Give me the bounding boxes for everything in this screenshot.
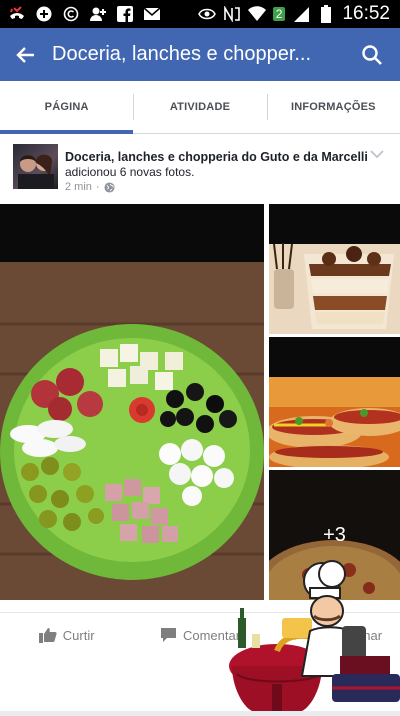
photo-main-salad-platter[interactable] xyxy=(0,204,264,600)
avatar[interactable] xyxy=(13,144,58,189)
tab-informacoes[interactable]: INFORMAÇÕES xyxy=(266,81,400,133)
system-icons: 2 16:52 xyxy=(197,3,400,25)
chevron-down-icon xyxy=(370,150,384,159)
page-tabs: PÁGINA ATIVIDADE INFORMAÇÕES xyxy=(0,81,400,134)
battery-icon xyxy=(317,5,335,23)
globe-icon xyxy=(104,181,115,193)
app-bar: Doceria, lanches e chopper... xyxy=(0,28,400,81)
like-label: Curtir xyxy=(62,627,95,643)
signal-icon xyxy=(292,5,310,23)
add-contact-icon xyxy=(35,5,53,23)
search-icon xyxy=(362,44,382,65)
post-time[interactable]: 2 min xyxy=(65,181,92,193)
post-options-button[interactable] xyxy=(370,146,384,164)
notification-icons xyxy=(0,5,161,23)
back-arrow-icon xyxy=(16,46,34,63)
tab-pagina[interactable]: PÁGINA xyxy=(0,81,134,134)
chef-mascot-illustration xyxy=(222,556,400,711)
like-button[interactable]: Curtir xyxy=(0,627,133,643)
facebook-icon xyxy=(116,5,134,23)
mail-icon xyxy=(143,5,161,23)
tab-atividade[interactable]: ATIVIDADE xyxy=(133,81,266,133)
clock: 16:52 xyxy=(342,3,390,24)
photo-hot-dogs[interactable] xyxy=(269,337,400,467)
like-icon xyxy=(38,628,57,643)
post-author[interactable]: Doceria, lanches e chopperia do Guto e d… xyxy=(65,150,368,164)
photo-dessert-trifle[interactable] xyxy=(269,204,400,334)
meta-separator: · xyxy=(95,181,100,193)
nfc-icon xyxy=(223,5,241,23)
back-button[interactable] xyxy=(0,28,52,81)
post-header: Doceria, lanches e chopperia do Guto e d… xyxy=(0,134,400,204)
data-badge-icon: 2 xyxy=(272,7,286,21)
page-title: Doceria, lanches e chopper... xyxy=(52,43,312,65)
photo-grid: +3 xyxy=(0,204,400,600)
status-bar: 2 16:52 xyxy=(0,0,400,28)
search-button[interactable] xyxy=(344,28,400,81)
eye-icon xyxy=(197,5,216,23)
wifi-icon xyxy=(247,5,266,23)
post-action-text: adicionou 6 novas fotos. xyxy=(65,165,195,179)
copyright-icon xyxy=(62,5,80,23)
post-meta: 2 min · xyxy=(65,181,115,193)
comment-icon xyxy=(160,628,176,642)
user-add-icon xyxy=(89,5,107,23)
missed-call-icon xyxy=(8,5,26,23)
